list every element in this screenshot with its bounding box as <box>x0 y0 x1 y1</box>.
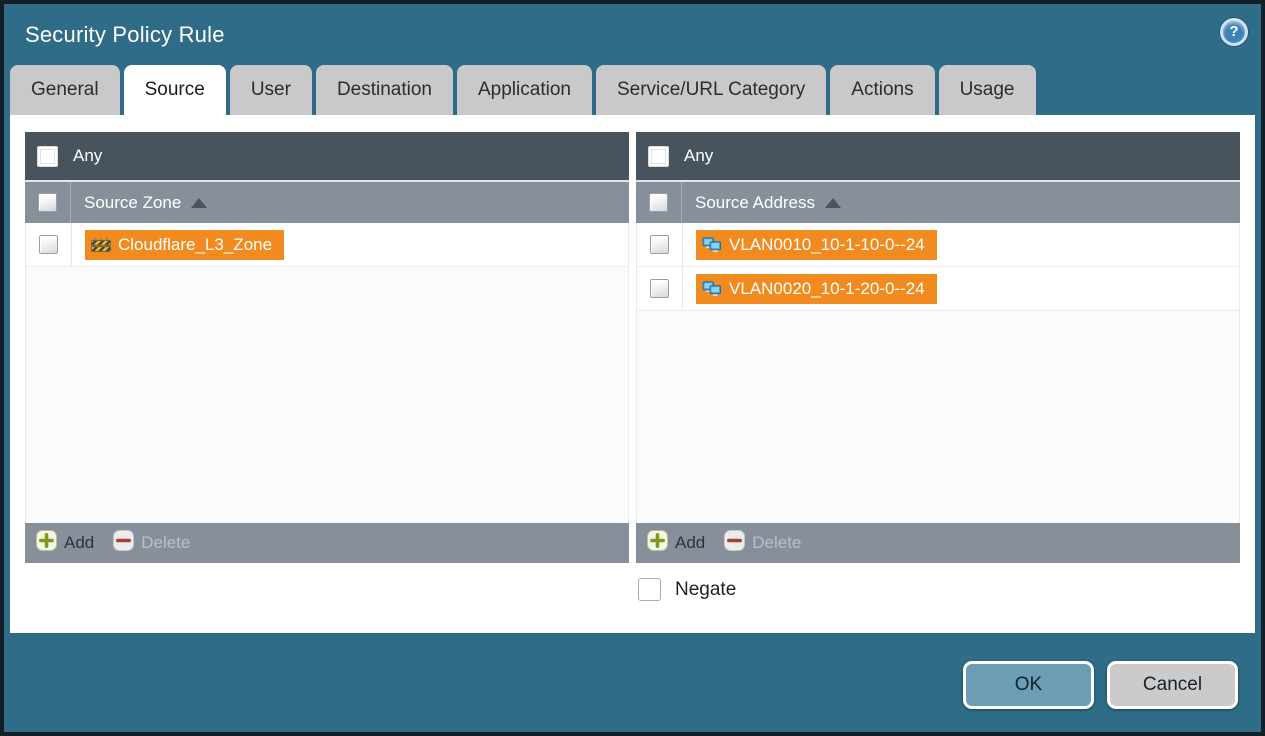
negate-label: Negate <box>675 578 737 600</box>
delete-button[interactable]: Delete <box>113 530 190 556</box>
row-checkbox-cell <box>637 267 683 310</box>
source-address-select-all-checkbox[interactable] <box>649 193 668 212</box>
zone-icon <box>91 237 111 253</box>
panels-container: Any Source Zone Cloudflare_L3_Zone Add D… <box>10 115 1255 563</box>
add-icon <box>647 530 668 556</box>
source-address-any-checkbox[interactable] <box>648 145 669 167</box>
sort-ascending-icon <box>825 197 842 208</box>
source-zone-list: Cloudflare_L3_Zone <box>25 223 629 523</box>
negate-checkbox[interactable] <box>638 578 661 601</box>
tab-general[interactable]: General <box>10 65 120 115</box>
address-item-label: VLAN0010_10-1-10-0--24 <box>729 234 925 254</box>
security-policy-rule-dialog: Security Policy Rule ? General Source Us… <box>0 0 1265 736</box>
source-address-select-all-cell <box>636 182 682 223</box>
row-checkbox-cell <box>26 223 72 266</box>
tab-actions[interactable]: Actions <box>830 65 935 115</box>
delete-icon <box>724 530 746 556</box>
source-zone-any-label: Any <box>73 146 103 165</box>
tab-user[interactable]: User <box>229 65 312 115</box>
source-zone-footer: Add Delete <box>25 523 629 563</box>
title-bar: Security Policy Rule ? <box>4 4 1261 65</box>
source-address-header-label: Source Address <box>695 192 816 212</box>
source-address-any-bar: Any <box>636 132 1240 180</box>
row-checkbox-cell <box>637 223 683 266</box>
tab-application[interactable]: Application <box>457 65 592 115</box>
delete-button[interactable]: Delete <box>724 530 801 556</box>
dialog-button-bar: OK Cancel <box>4 633 1261 732</box>
zone-item[interactable]: Cloudflare_L3_Zone <box>85 229 285 260</box>
row-checkbox[interactable] <box>650 235 669 254</box>
delete-button-label: Delete <box>141 533 191 552</box>
tab-usage[interactable]: Usage <box>938 65 1036 115</box>
address-icon <box>702 236 722 253</box>
source-address-panel: Any Source Address VLAN0010_10-1-10-0--2… <box>636 132 1240 563</box>
row-checkbox[interactable] <box>39 235 58 254</box>
table-row: VLAN0010_10-1-10-0--24 <box>637 223 1239 267</box>
source-zone-select-all-checkbox[interactable] <box>38 193 57 212</box>
zone-item-label: Cloudflare_L3_Zone <box>118 234 273 254</box>
source-address-column-header[interactable]: Source Address <box>636 180 1240 223</box>
tab-bar: General Source User Destination Applicat… <box>4 65 1261 115</box>
source-zone-any-checkbox[interactable] <box>37 145 58 167</box>
table-row: VLAN0020_10-1-20-0--24 <box>637 267 1239 311</box>
cancel-button[interactable]: Cancel <box>1107 661 1238 709</box>
address-icon <box>702 280 722 297</box>
source-zone-header-label: Source Zone <box>84 192 182 212</box>
source-address-header-title-wrap: Source Address <box>695 182 842 223</box>
address-item-label: VLAN0020_10-1-20-0--24 <box>729 278 925 298</box>
tab-source[interactable]: Source <box>123 65 226 115</box>
sort-ascending-icon <box>191 197 208 208</box>
row-main: VLAN0010_10-1-10-0--24 <box>683 223 937 266</box>
add-button[interactable]: Add <box>36 530 94 556</box>
address-item[interactable]: VLAN0010_10-1-10-0--24 <box>696 229 937 260</box>
tab-service-url-category[interactable]: Service/URL Category <box>595 65 827 115</box>
help-icon[interactable]: ? <box>1220 17 1248 46</box>
delete-button-label: Delete <box>752 533 802 552</box>
row-checkbox[interactable] <box>650 279 669 298</box>
source-zone-any-bar: Any <box>25 132 629 180</box>
source-address-footer: Add Delete <box>636 523 1240 563</box>
dialog-title: Security Policy Rule <box>25 21 225 47</box>
negate-row: Negate <box>638 578 1255 601</box>
source-address-any-label: Any <box>684 146 714 165</box>
source-zone-column-header[interactable]: Source Zone <box>25 180 629 223</box>
row-main: Cloudflare_L3_Zone <box>72 223 285 266</box>
ok-button[interactable]: OK <box>963 661 1094 709</box>
source-zone-select-all-cell <box>25 182 71 223</box>
source-address-list: VLAN0010_10-1-10-0--24 VLAN0020_10-1-20-… <box>636 223 1240 523</box>
add-button[interactable]: Add <box>647 530 705 556</box>
source-tab-content: Any Source Zone Cloudflare_L3_Zone Add D… <box>10 115 1255 633</box>
source-zone-panel: Any Source Zone Cloudflare_L3_Zone Add D… <box>25 132 629 563</box>
address-item[interactable]: VLAN0020_10-1-20-0--24 <box>696 273 937 304</box>
add-icon <box>36 530 57 556</box>
source-zone-header-title-wrap: Source Zone <box>84 182 208 223</box>
tab-destination[interactable]: Destination <box>315 65 453 115</box>
add-button-label: Add <box>64 533 95 552</box>
row-main: VLAN0020_10-1-20-0--24 <box>683 267 937 310</box>
add-button-label: Add <box>675 533 706 552</box>
delete-icon <box>113 530 135 556</box>
table-row: Cloudflare_L3_Zone <box>26 223 628 267</box>
